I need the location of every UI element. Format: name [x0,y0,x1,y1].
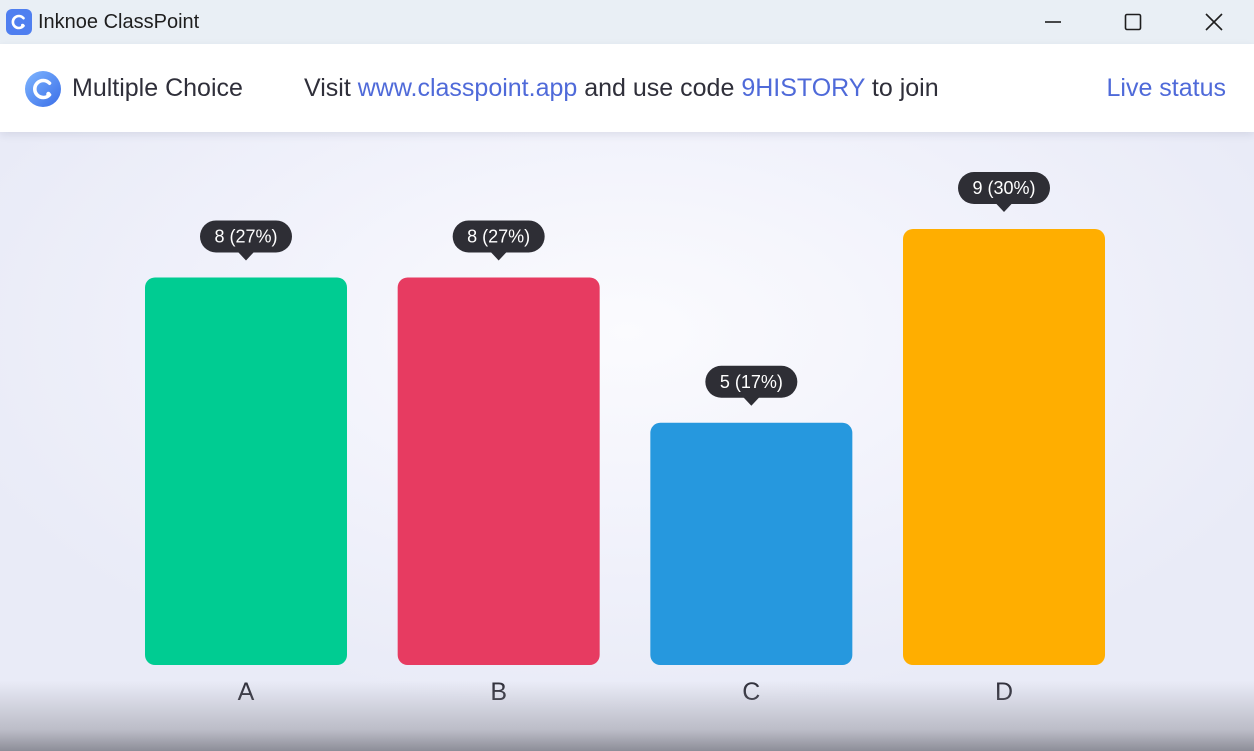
category-label-c: C [742,678,760,706]
activity-title: Multiple Choice [72,74,243,102]
results-chart-area: 8 (27%) A 8 (27%) B 5 (17%) C 9 (30%) D [0,132,1254,751]
activity-header: Multiple Choice Visit www.classpoint.app… [0,44,1254,132]
svg-text:5 (17%): 5 (17%) [720,372,783,392]
window-titlebar: Inknoe ClassPoint [0,0,1254,44]
join-suffix: to join [864,74,939,102]
join-prefix: Visit [304,74,358,102]
window-title: Inknoe ClassPoint [38,11,200,33]
classpoint-logo-icon [25,71,61,107]
results-bar-chart: 8 (27%) A 8 (27%) B 5 (17%) C 9 (30%) D [145,172,1106,706]
data-label-b: 8 (27%) [452,220,545,261]
minimize-icon [1045,21,1061,23]
maximize-button[interactable] [1093,0,1173,44]
minimize-button[interactable] [1013,0,1093,44]
bar-a [145,277,347,665]
data-label-a: 8 (27%) [200,220,292,261]
svg-text:8 (27%): 8 (27%) [467,226,530,246]
join-middle: and use code [577,74,742,102]
category-label-b: B [490,678,507,706]
join-code: 9HISTORY [741,74,865,102]
data-label-c: 5 (17%) [705,365,798,406]
category-label-a: A [238,678,255,706]
live-status-button[interactable]: Live status [1106,74,1226,103]
classpoint-logo-icon [6,9,32,35]
bar-d [903,229,1106,665]
join-instructions: Visit www.classpoint.app and use code 9H… [304,74,939,103]
bar-b [397,277,600,665]
data-label-d: 9 (30%) [958,172,1051,212]
svg-text:8 (27%): 8 (27%) [214,226,277,246]
join-url-link[interactable]: www.classpoint.app [358,74,578,102]
bar-c [650,422,853,665]
category-label-d: D [995,678,1013,706]
close-button[interactable] [1174,0,1254,44]
svg-text:9 (30%): 9 (30%) [972,178,1035,198]
close-icon [1205,13,1223,31]
maximize-icon [1124,13,1142,31]
